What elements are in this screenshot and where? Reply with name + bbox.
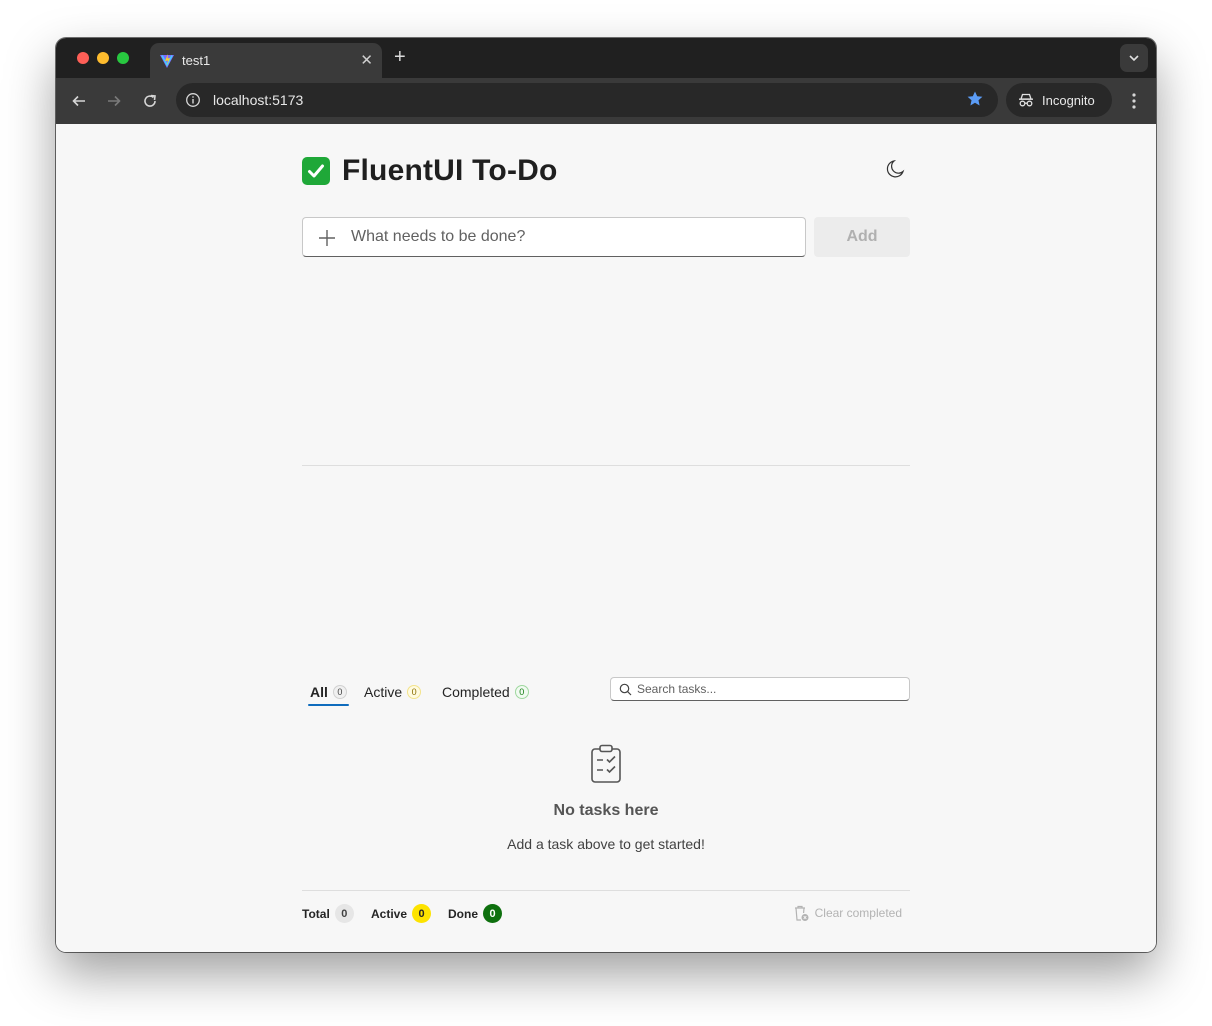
tab-active-count-badge: 0 (407, 685, 422, 699)
stat-active-label: Active (371, 906, 408, 921)
more-menu-icon[interactable] (1124, 91, 1144, 111)
check-mark-button-icon (302, 157, 330, 185)
stat-active: Active 0 (371, 904, 432, 923)
url-text: localhost:5173 (213, 92, 304, 108)
vite-logo-icon (160, 54, 174, 68)
stats-footer: Total 0 Active 0 Done 0 Clear completed (302, 904, 910, 924)
tab-all[interactable]: All 0 (310, 677, 347, 707)
clear-completed-label: Clear completed (814, 906, 902, 920)
tab-active[interactable]: Active 0 (364, 677, 422, 707)
stat-total-label: Total (302, 906, 330, 921)
checkmark-glyph-icon (308, 164, 324, 178)
trash-dismiss-icon (794, 905, 809, 921)
footer-divider (302, 890, 910, 891)
search-field[interactable] (610, 677, 910, 701)
site-info-icon[interactable] (185, 92, 201, 108)
tab-all-count-badge: 0 (332, 685, 347, 699)
reload-icon (144, 94, 156, 107)
plus-icon (319, 230, 335, 246)
clear-completed-button[interactable]: Clear completed (792, 904, 902, 922)
tab-close-icon[interactable]: ✕ (360, 51, 373, 69)
stat-active-badge: 0 (412, 904, 432, 923)
tab-all-label: All (310, 684, 328, 700)
forward-button[interactable] (103, 90, 125, 112)
tab-active-label: Active (364, 684, 403, 700)
new-task-input[interactable] (351, 218, 791, 256)
browser-toolbar: localhost:5173 Incognito (56, 78, 1156, 124)
stat-done-badge: 0 (483, 904, 502, 923)
tab-search-button[interactable] (1120, 44, 1148, 72)
stat-done-label: Done (448, 906, 478, 921)
app-header: FluentUI To-Do (302, 154, 558, 188)
stat-total: Total 0 (302, 904, 354, 923)
stat-total-badge: 0 (334, 904, 354, 923)
active-tab-indicator (308, 704, 349, 706)
minimize-window-button[interactable] (97, 52, 109, 64)
dark-mode-toggle-moon-icon[interactable] (884, 158, 906, 180)
app-page: FluentUI To-Do Add All 0 Active 0 (56, 124, 1156, 952)
incognito-label: Incognito (1042, 93, 1095, 108)
empty-state-subtitle: Add a task above to get started! (507, 836, 705, 852)
browser-window: test1 ✕ + localhost:5173 Incognito Fluen… (56, 38, 1156, 952)
incognito-icon (1019, 93, 1033, 107)
maximize-window-button[interactable] (117, 52, 129, 64)
clipboard-task-list-icon (591, 744, 621, 783)
reload-button[interactable] (139, 90, 161, 112)
tab-completed-label: Completed (442, 684, 510, 700)
app-title: FluentUI To-Do (342, 154, 558, 187)
tab-completed-count-badge: 0 (514, 685, 529, 699)
arrow-left-icon (72, 95, 85, 107)
search-input[interactable] (637, 678, 903, 700)
tab-title: test1 (182, 53, 211, 68)
incognito-button[interactable]: Incognito (1006, 83, 1112, 117)
close-window-button[interactable] (77, 52, 89, 64)
new-task-field[interactable] (302, 217, 806, 257)
arrow-right-icon (108, 95, 121, 107)
tab-completed[interactable]: Completed 0 (442, 677, 529, 707)
new-tab-button[interactable]: + (394, 46, 406, 68)
empty-state-title: No tasks here (553, 802, 659, 819)
browser-tab[interactable]: test1 ✕ (150, 43, 382, 78)
section-divider (302, 465, 910, 466)
tab-strip: test1 ✕ + (56, 38, 1156, 78)
back-button[interactable] (68, 90, 90, 112)
stat-done: Done 0 (448, 904, 502, 923)
address-bar[interactable]: localhost:5173 (176, 83, 998, 117)
bookmark-star-icon[interactable] (966, 90, 984, 108)
chevron-down-icon (1129, 55, 1139, 62)
add-task-button[interactable]: Add (814, 217, 910, 257)
search-icon (619, 683, 632, 696)
